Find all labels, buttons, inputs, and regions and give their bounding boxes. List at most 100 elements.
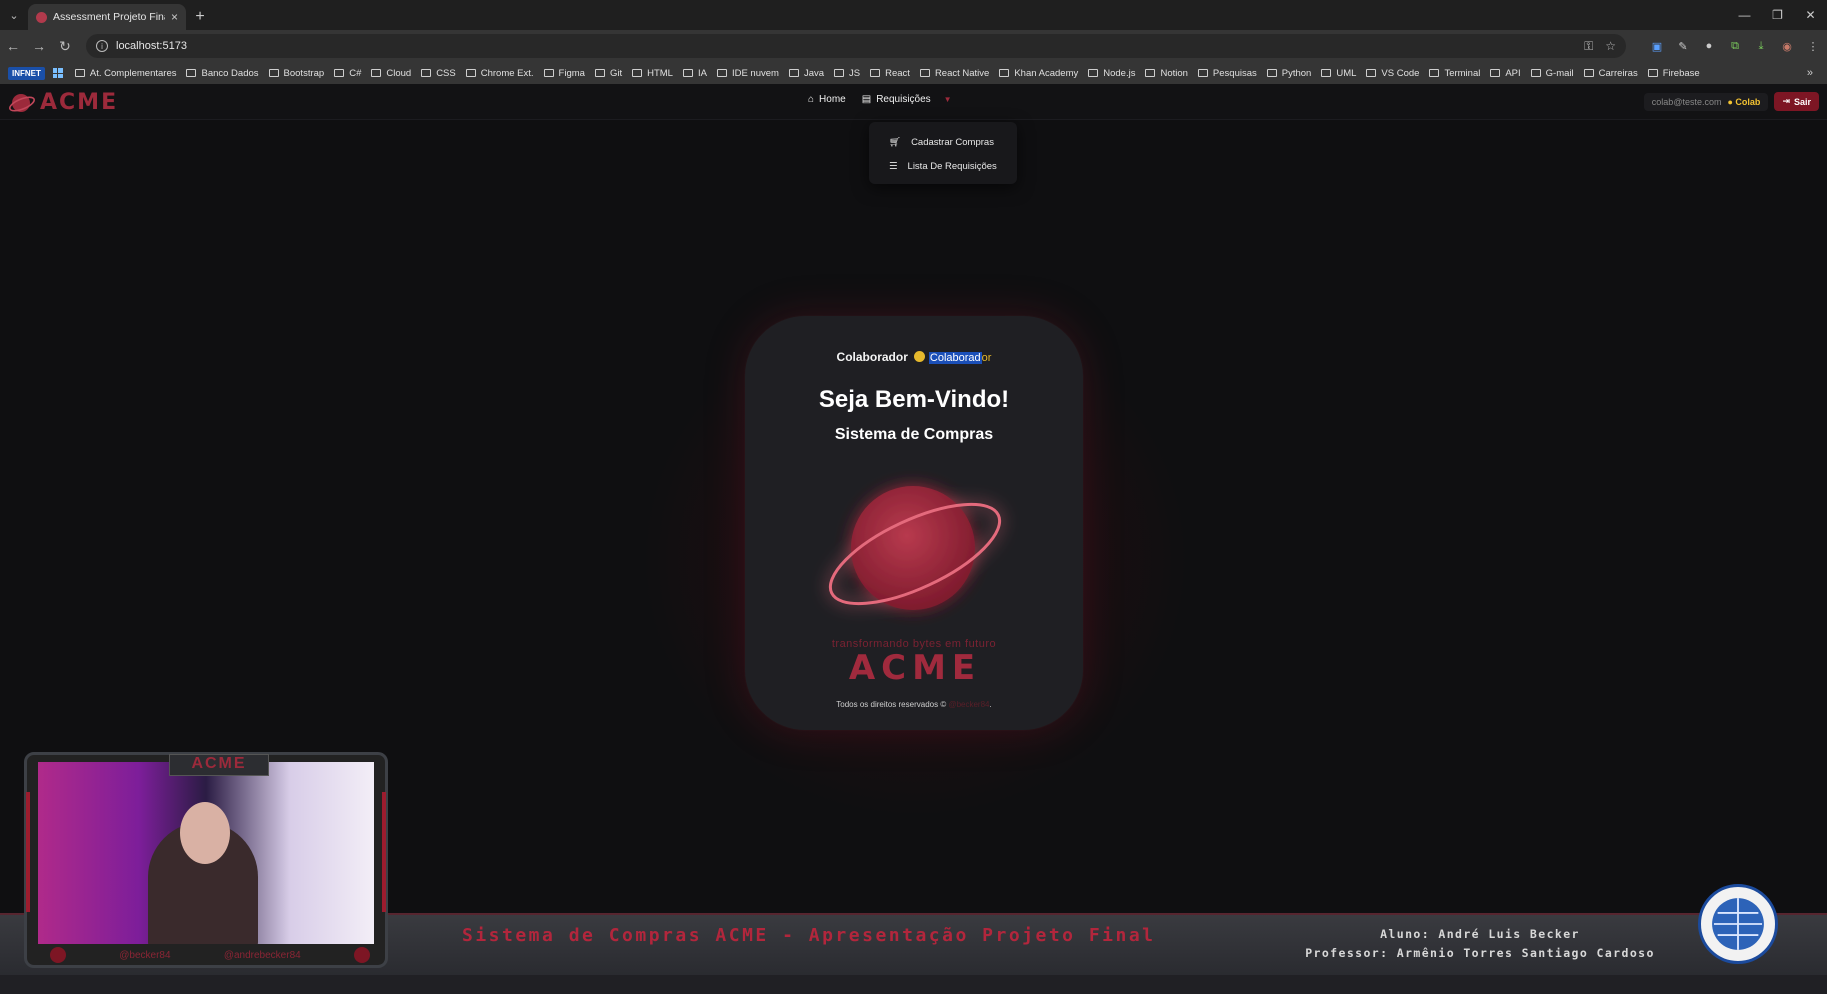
bookmark-label: Notion: [1160, 67, 1188, 79]
bookmark-item[interactable]: G-mail: [1530, 67, 1574, 79]
new-tab-button[interactable]: +: [186, 4, 214, 30]
forward-icon[interactable]: →: [26, 33, 52, 59]
bookmark-item[interactable]: IA: [682, 68, 707, 79]
bookmark-item[interactable]: Git: [594, 67, 623, 79]
close-tab-icon[interactable]: ×: [171, 10, 178, 24]
favicon-icon: [36, 11, 47, 23]
reload-icon[interactable]: ↻: [52, 33, 78, 59]
bookmark-star-icon[interactable]: ☆: [1605, 39, 1616, 53]
bookmark-item[interactable]: HTML: [632, 68, 673, 79]
bookmark-label: Chrome Ext.: [480, 67, 534, 79]
role-badge-selected: Colaborad: [928, 352, 982, 364]
close-window-icon[interactable]: ✕: [1794, 0, 1827, 30]
bookmark-label: Java: [803, 67, 825, 79]
folder-icon: [334, 69, 345, 77]
bookmark-item[interactable]: Cloud: [371, 68, 411, 79]
folder-icon: [1366, 69, 1377, 77]
folder-icon: [1321, 69, 1332, 77]
github-icon: [353, 947, 370, 963]
bookmark-item[interactable]: UML: [1321, 68, 1356, 79]
bookmark-item[interactable]: VS Code: [1366, 68, 1419, 79]
bookmark-item[interactable]: Carreiras: [1583, 67, 1638, 79]
folder-icon: [186, 69, 197, 77]
acme-logo[interactable]: ACME: [8, 90, 118, 115]
nav-home[interactable]: ⌂ Home: [808, 94, 846, 105]
site-info-icon[interactable]: i: [96, 40, 108, 52]
infnet-seal-icon: [1698, 884, 1778, 964]
bookmark-item[interactable]: Node.js: [1088, 68, 1135, 79]
presentation-title: Sistema de Compras ACME - Apresentação P…: [462, 925, 1156, 946]
eyedropper-icon[interactable]: ✎: [1675, 38, 1691, 54]
profile-avatar-icon[interactable]: ◉: [1779, 38, 1795, 54]
webcam-video: [38, 762, 374, 944]
tab-search-icon[interactable]: ⌄: [0, 0, 28, 30]
restore-icon[interactable]: ❐: [1761, 0, 1794, 30]
acme-planet-emblem: ACME: [828, 486, 1002, 688]
bookmark-item[interactable]: Notion: [1145, 67, 1188, 79]
bookmark-item[interactable]: Pesquisas: [1197, 68, 1257, 79]
bookmark-item[interactable]: Figma: [543, 68, 585, 79]
handle-left: @becker84: [119, 949, 171, 961]
address-bar[interactable]: i localhost:5173 ⚿ ☆: [86, 34, 1626, 58]
bookmark-item[interactable]: Khan Academy: [999, 68, 1078, 79]
bookmark-label: Banco Dados: [201, 67, 259, 79]
bookmark-item[interactable]: API: [1490, 68, 1521, 79]
password-key-icon[interactable]: ⚿: [1584, 39, 1593, 54]
download-icon[interactable]: ⤓: [1753, 38, 1769, 54]
webcam-accent-left: [26, 792, 30, 912]
bookmark-item[interactable]: Python: [1266, 68, 1311, 79]
bookmark-item[interactable]: Chrome Ext.: [465, 67, 534, 79]
bookmark-item[interactable]: Banco Dados: [186, 67, 259, 79]
bookmark-item[interactable]: React: [870, 68, 910, 79]
welcome-card: Colaborador Colaborador Seja Bem-Vindo! S…: [745, 316, 1083, 730]
menu-item-cadastrar-compras[interactable]: 🛒︎ Cadastrar Compras: [869, 130, 1017, 154]
bookmark-item[interactable]: C#: [334, 68, 361, 79]
nav-requisicoes[interactable]: ▤ Requisições ▼: [862, 94, 952, 105]
folder-icon: [1145, 69, 1156, 77]
folder-icon: [1490, 69, 1501, 77]
tab-title: Assessment Projeto Final - Andr: [53, 11, 165, 23]
bookmark-item[interactable]: CSS: [421, 68, 456, 79]
browser-tab-active[interactable]: Assessment Projeto Final - Andr ×: [28, 4, 186, 30]
cart-icon: 🛒︎: [889, 136, 902, 148]
bookmark-item[interactable]: Terminal: [1429, 68, 1480, 79]
bookmark-item[interactable]: Firebase: [1647, 68, 1700, 79]
bookmark-item[interactable]: React Native: [919, 68, 989, 79]
browser-tabstrip: ⌄ Assessment Projeto Final - Andr × + — …: [0, 0, 1827, 30]
bookmark-item[interactable]: Java: [788, 67, 825, 79]
apps-grid-icon[interactable]: [52, 68, 63, 78]
user-role: ● Colab: [1727, 97, 1760, 107]
bookmark-infnet[interactable]: INFNET: [8, 66, 45, 80]
menu-kebab-icon[interactable]: ⋮: [1805, 38, 1821, 54]
extensions-puzzle-icon[interactable]: ⧉: [1727, 38, 1743, 54]
nav-requisicoes-label: Requisições: [876, 94, 931, 105]
role-label: Colaborador: [836, 350, 908, 364]
user-email: colab@teste.com: [1651, 96, 1722, 107]
bookmark-label: CSS: [436, 67, 456, 79]
requisicoes-dropdown: 🛒︎ Cadastrar Compras ☰ Lista De Requisiç…: [869, 122, 1017, 184]
bookmark-label: G-mail: [1545, 67, 1574, 79]
presentation-credits: Aluno: André Luis Becker Professor: Armê…: [1300, 925, 1660, 963]
extension-blue-icon[interactable]: ▣: [1649, 38, 1665, 54]
bookmark-label: Git: [609, 67, 623, 79]
bookmark-item[interactable]: At. Complementares: [74, 68, 176, 79]
bookmark-item[interactable]: Bootstrap: [268, 68, 324, 79]
back-icon[interactable]: ←: [0, 33, 26, 59]
extension-circle-icon[interactable]: ●: [1701, 38, 1717, 54]
folder-icon: [1530, 69, 1541, 77]
bookmark-label: Carreiras: [1598, 67, 1638, 79]
bookmark-item[interactable]: IDE nuvem: [716, 68, 779, 79]
extensions-area: ▣ ✎ ● ⧉ ⤓ ◉ ⋮: [1649, 30, 1821, 62]
user-pill: colab@teste.com ● Colab: [1643, 92, 1769, 111]
folder-icon: [999, 69, 1010, 77]
webcam-overlay: ACME @becker84 @andrebecker84: [24, 752, 388, 968]
bookmark-item[interactable]: JS: [834, 68, 860, 79]
footer-link[interactable]: @becker84: [948, 700, 989, 709]
bottom-strip: [0, 975, 1827, 994]
user-circle-icon: [913, 351, 925, 362]
menu-item-lista-requisicoes[interactable]: ☰ Lista De Requisições: [869, 154, 1017, 178]
logout-button[interactable]: ⇥ Sair: [1774, 92, 1819, 111]
bookmarks-overflow-icon[interactable]: »: [1807, 67, 1813, 79]
minimize-icon[interactable]: —: [1728, 0, 1761, 30]
folder-icon: [1197, 69, 1208, 77]
